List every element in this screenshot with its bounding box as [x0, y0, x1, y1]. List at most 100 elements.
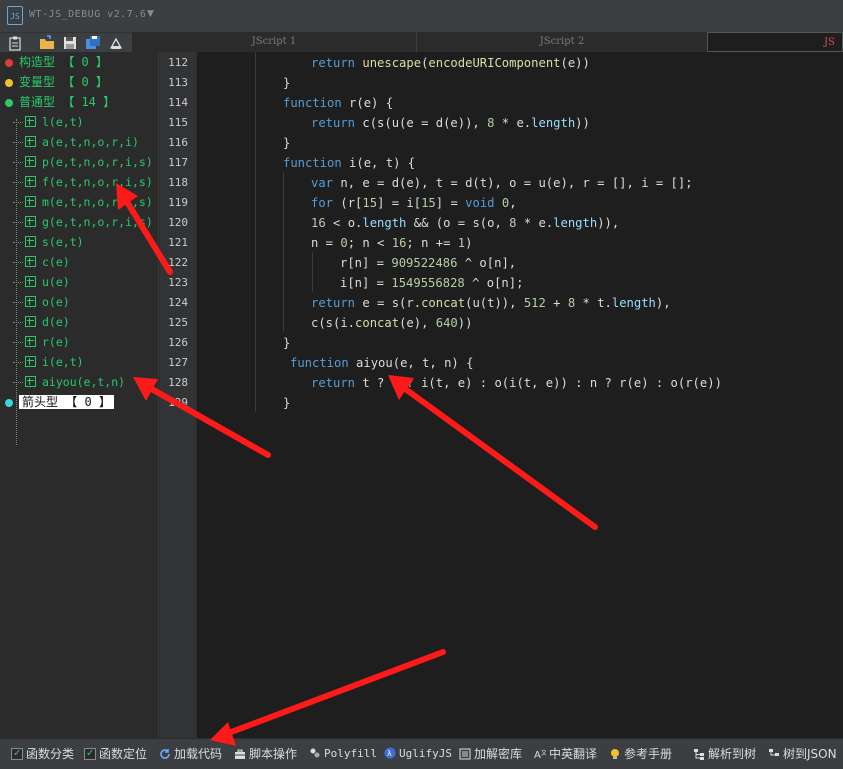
- function-tree: 构造型 【 0 】 变量型 【 0 】 普通型 【 14 】 l(e,t) a(…: [0, 52, 159, 738]
- code-line: return e = s(r.concat(u(t)), 512 + 8 * t…: [311, 296, 671, 310]
- code-line: }: [283, 336, 291, 350]
- code-line: return t ? n ? i(t, e) : o(i(t, e)) : n …: [311, 376, 722, 390]
- category-variable[interactable]: 变量型 【 0 】: [5, 73, 108, 91]
- tab-jscript-2[interactable]: JScript 2: [416, 32, 707, 52]
- translate-button[interactable]: A 文中英翻译: [534, 746, 597, 762]
- app-title: WT-JS_DEBUG v2.7.6: [29, 9, 147, 20]
- function-label: m(e,t,n,o,r,i,s): [42, 195, 153, 209]
- chevron-down-icon[interactable]: ▼: [147, 9, 154, 19]
- function-icon: [25, 256, 36, 267]
- function-label: a(e,t,n,o,r,i): [42, 135, 139, 149]
- function-classify-toggle[interactable]: 函数分类: [11, 746, 74, 762]
- checkbox-icon[interactable]: [84, 746, 96, 762]
- tree-item-function[interactable]: u(e): [13, 273, 70, 291]
- polyfill-button[interactable]: Polyfill: [309, 746, 377, 762]
- function-label: c(e): [42, 255, 70, 269]
- code-line: }: [283, 136, 291, 150]
- clear-icon[interactable]: [108, 35, 124, 51]
- indent-guide: [312, 252, 313, 292]
- status-label: 函数定位: [99, 747, 148, 761]
- code-line: c(s(i.concat(e), 640)): [311, 316, 473, 330]
- category-arrow[interactable]: 箭头型 【 0 】: [5, 393, 114, 411]
- tree-item-function[interactable]: l(e,t): [13, 113, 84, 131]
- tab-jscript-1[interactable]: JScript 1: [131, 32, 416, 52]
- status-label: Polyfill: [324, 747, 377, 760]
- crypto-icon: [459, 748, 471, 760]
- line-number: 113: [168, 76, 188, 89]
- status-label: 解析到树: [708, 747, 757, 761]
- function-label: i(e,t): [42, 355, 84, 369]
- uglify-icon: λ: [384, 747, 396, 759]
- function-label: d(e): [42, 315, 70, 329]
- tree-to-json-button[interactable]: 树到JSON: [768, 746, 837, 762]
- line-number: 126: [168, 336, 188, 349]
- line-number: 114: [168, 96, 188, 109]
- uglifyjs-button[interactable]: λ UglifyJS: [384, 746, 452, 762]
- reference-manual-button[interactable]: 参考手册: [609, 746, 672, 762]
- function-icon: [25, 296, 36, 307]
- code-editor[interactable]: return unescape(encodeURIComponent(e)) }…: [197, 52, 843, 738]
- function-label: f(e,t,n,o,r,i,s): [42, 175, 153, 189]
- line-number: 122: [168, 256, 188, 269]
- tree-icon: [694, 749, 704, 760]
- tree-item-function[interactable]: aiyou(e,t,n): [13, 373, 125, 391]
- tree-item-function[interactable]: m(e,t,n,o,r,i,s): [13, 193, 153, 211]
- tree-item-function[interactable]: s(e,t): [13, 233, 84, 251]
- tree-item-function[interactable]: d(e): [13, 313, 70, 331]
- translate-icon: A文: [534, 749, 546, 760]
- code-line: for (r[15] = i[15] = void 0,: [311, 196, 517, 210]
- code-line: }: [283, 76, 291, 90]
- svg-text:文: 文: [541, 749, 546, 757]
- function-icon: [25, 236, 36, 247]
- code-line: r[n] = 909522486 ^ o[n],: [340, 256, 517, 270]
- category-label: 变量型 【 0 】: [19, 75, 108, 89]
- code-line: return unescape(encodeURIComponent(e)): [311, 56, 590, 70]
- line-number: 119: [168, 196, 188, 209]
- function-icon: [25, 196, 36, 207]
- app-logo-icon: JS: [7, 6, 23, 25]
- script-ops-button[interactable]: 脚本操作: [234, 746, 297, 762]
- status-bar: 函数分类 函数定位 加载代码 脚本操作 Polyfill λ UglifyJS 加…: [0, 738, 843, 769]
- tree-item-function[interactable]: g(e,t,n,o,r,i,s): [13, 213, 153, 231]
- category-label: 构造型 【 0 】: [19, 55, 108, 69]
- tree-item-function[interactable]: p(e,t,n,o,r,i,s): [13, 153, 153, 171]
- line-number: 127: [168, 356, 188, 369]
- tree-item-function[interactable]: o(e): [13, 293, 70, 311]
- tree-item-function[interactable]: r(e): [13, 333, 70, 351]
- save-all-icon[interactable]: [85, 35, 101, 51]
- code-line: function r(e) {: [283, 96, 394, 110]
- tab-js-active[interactable]: JS: [707, 32, 843, 52]
- code-line: 16 < o.length && (o = s(o, 8 * e.length)…: [311, 216, 620, 230]
- function-icon: [25, 176, 36, 187]
- line-number: 120: [168, 216, 188, 229]
- code-line: n = 0; n < 16; n += 1): [311, 236, 473, 250]
- status-label: 加载代码: [174, 747, 223, 761]
- save-icon[interactable]: [62, 35, 78, 51]
- checkbox-icon[interactable]: [11, 746, 23, 762]
- open-folder-icon[interactable]: [39, 35, 55, 51]
- tree-item-function[interactable]: f(e,t,n,o,r,i,s): [13, 173, 153, 191]
- category-label: 箭头型 【 0 】: [19, 395, 114, 409]
- tree-item-function[interactable]: i(e,t): [13, 353, 84, 371]
- category-normal[interactable]: 普通型 【 14 】: [5, 93, 115, 111]
- line-number: 112: [168, 56, 188, 69]
- tree-item-function[interactable]: c(e): [13, 253, 70, 271]
- category-constructor[interactable]: 构造型 【 0 】: [5, 53, 108, 71]
- function-icon: [25, 136, 36, 147]
- line-number: 123: [168, 276, 188, 289]
- title-bar: JS WT-JS_DEBUG v2.7.6 ▼: [0, 0, 843, 32]
- status-label: UglifyJS: [399, 747, 452, 760]
- category-label: 普通型 【 14 】: [19, 95, 116, 109]
- status-label: 中英翻译: [549, 747, 598, 761]
- code-line: }: [283, 396, 291, 410]
- tree-item-function[interactable]: a(e,t,n,o,r,i): [13, 133, 139, 151]
- code-line: return c(s(u(e = d(e)), 8 * e.length)): [311, 116, 590, 130]
- code-line: function aiyou(e, t, n) {: [290, 356, 474, 370]
- lightbulb-icon: [611, 749, 619, 759]
- parse-to-tree-button[interactable]: 解析到树: [693, 746, 756, 762]
- crypto-lib-button[interactable]: 加解密库: [459, 746, 522, 762]
- function-locate-toggle[interactable]: 函数定位: [84, 746, 147, 762]
- clipboard-icon[interactable]: [7, 35, 23, 51]
- load-code-button[interactable]: 加载代码: [159, 746, 222, 762]
- function-icon: [25, 216, 36, 227]
